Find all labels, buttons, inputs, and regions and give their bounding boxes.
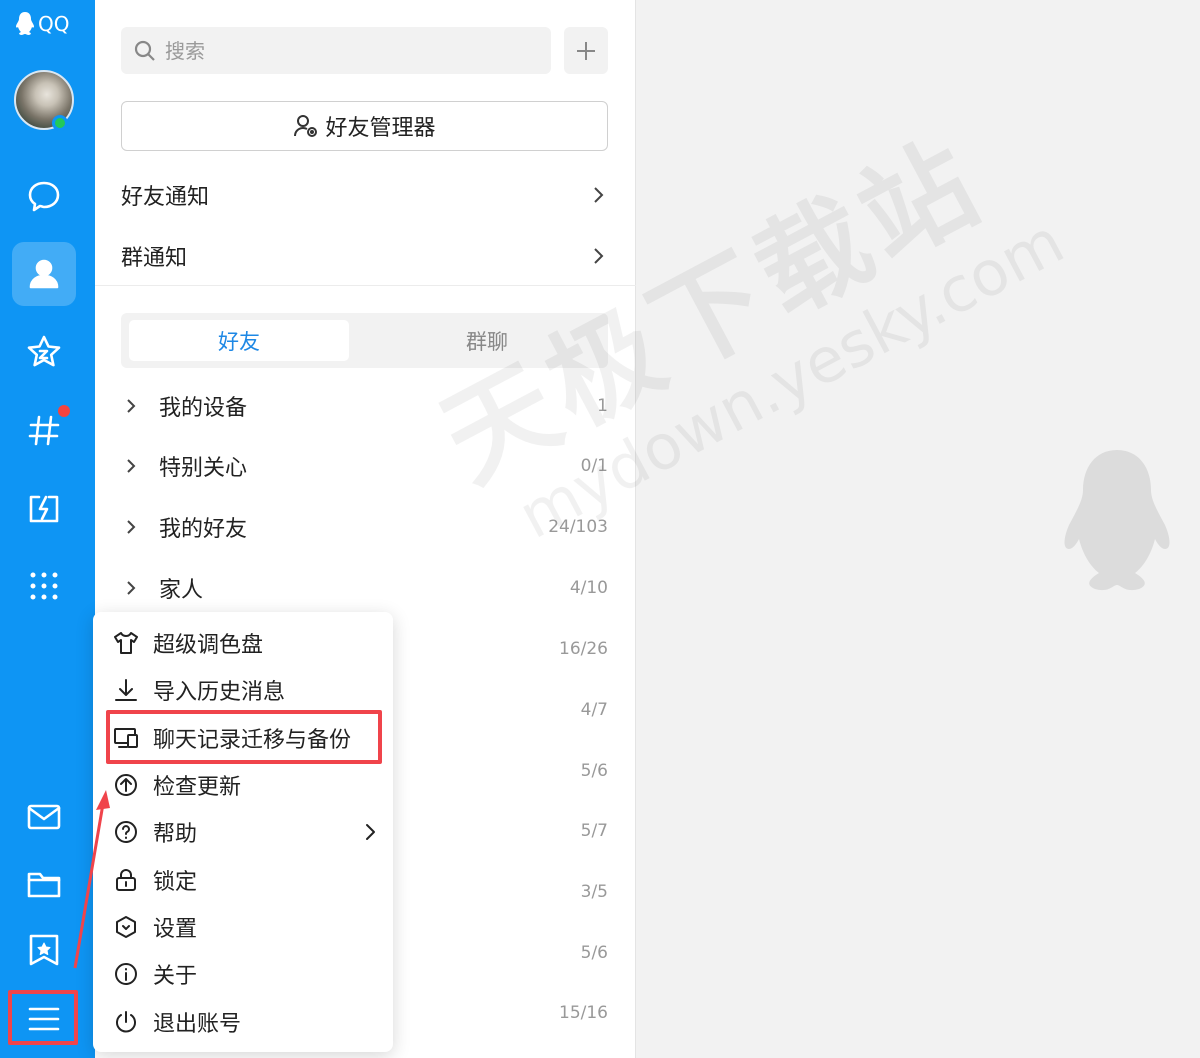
menu-item-label: 设置 — [153, 917, 198, 942]
group-count: 4/10 — [569, 578, 608, 598]
online-status-dot — [52, 115, 68, 131]
chevron-right-icon — [594, 187, 604, 203]
group-count: 5/6 — [580, 943, 608, 963]
menu-item-palette[interactable]: 超级调色盘 — [93, 622, 393, 664]
group-count: 5/7 — [580, 821, 608, 841]
group-count: 16/26 — [559, 639, 608, 659]
menu-item-settings[interactable]: 设置 — [93, 906, 393, 948]
menu-item-label: 导入历史消息 — [153, 680, 286, 705]
group-count: 4/7 — [580, 700, 608, 720]
hashtag-icon — [28, 415, 60, 446]
brand-text: QQ — [38, 12, 70, 36]
search-box[interactable] — [121, 27, 551, 74]
user-settings-icon — [294, 115, 318, 137]
power-icon — [116, 1011, 136, 1033]
group-count: 0/1 — [580, 456, 608, 476]
download-icon — [115, 679, 137, 701]
message-bubble-icon — [28, 181, 60, 212]
main-menu-popup: 超级调色盘 导入历史消息 聊天记录迁移与备份 检查更新 帮助 锁定 设置 关于 … — [93, 612, 393, 1052]
penguin-placeholder-icon — [1064, 450, 1170, 591]
add-button[interactable] — [564, 27, 608, 74]
bookmark-star-icon — [29, 934, 59, 966]
group-name: 家人 — [159, 578, 204, 603]
person-icon — [29, 259, 59, 289]
chevron-right-icon — [127, 581, 136, 595]
star-icon — [27, 335, 61, 367]
group-name: 我的好友 — [159, 517, 248, 542]
chevron-right-icon — [366, 824, 375, 840]
chevron-right-icon — [127, 399, 136, 413]
grid-dots-icon — [30, 572, 58, 600]
friend-manager-button[interactable]: 好友管理器 — [121, 101, 608, 151]
group-count: 5/6 — [580, 761, 608, 781]
tab-friends[interactable]: 好友 — [129, 320, 349, 361]
chevron-right-icon — [127, 459, 136, 473]
menu-item-import-history[interactable]: 导入历史消息 — [93, 669, 393, 711]
rail-favorites-button[interactable] — [12, 320, 76, 384]
menu-item-label: 锁定 — [153, 870, 198, 895]
menu-item-chat-backup[interactable]: 聊天记录迁移与备份 — [93, 717, 393, 759]
friend-notice-row[interactable]: 好友通知 — [121, 175, 608, 215]
menu-item-label: 聊天记录迁移与备份 — [153, 728, 352, 753]
notification-badge — [58, 405, 70, 417]
menu-item-help[interactable]: 帮助 — [93, 811, 393, 853]
group-row[interactable]: 特别关心 0/1 — [121, 446, 608, 486]
menu-item-lock[interactable]: 锁定 — [93, 859, 393, 901]
qq-logo: QQ — [14, 10, 69, 38]
group-count: 1 — [597, 396, 608, 416]
search-icon — [134, 40, 155, 61]
menu-item-label: 退出账号 — [153, 1012, 242, 1037]
annotation-arrow — [73, 790, 110, 969]
menu-item-check-update[interactable]: 检查更新 — [93, 764, 393, 806]
contact-tabs: 好友 群聊 — [121, 313, 608, 368]
menu-item-label: 超级调色盘 — [153, 633, 264, 658]
menu-item-label: 帮助 — [153, 822, 198, 847]
group-row[interactable]: 家人 4/10 — [121, 568, 608, 608]
group-row[interactable]: 我的设备 1 — [121, 386, 608, 426]
rail-chat-button[interactable] — [12, 164, 76, 228]
menu-item-logout[interactable]: 退出账号 — [93, 1001, 393, 1043]
search-input[interactable] — [165, 38, 525, 63]
menu-button-highlight-box — [8, 990, 78, 1045]
group-notice-label: 群通知 — [121, 246, 188, 271]
mail-icon — [27, 804, 61, 830]
rail-games-button[interactable] — [12, 476, 76, 540]
menu-item-about[interactable]: 关于 — [93, 953, 393, 995]
divider — [95, 285, 636, 286]
lightning-icon — [29, 495, 59, 523]
group-notice-row[interactable]: 群通知 — [121, 236, 608, 276]
rail-contacts-button[interactable] — [12, 242, 76, 306]
group-count: 3/5 — [580, 882, 608, 902]
group-row[interactable]: 我的好友 24/103 — [121, 507, 608, 547]
chevron-right-icon — [127, 520, 136, 534]
friend-manager-label: 好友管理器 — [325, 116, 436, 141]
group-count: 24/103 — [548, 517, 608, 537]
group-name: 我的设备 — [159, 396, 248, 421]
folder-icon — [27, 872, 61, 898]
menu-item-label: 检查更新 — [153, 775, 242, 800]
devices-icon — [114, 728, 138, 748]
plus-icon — [577, 41, 595, 60]
friend-notice-label: 好友通知 — [121, 185, 210, 210]
menu-item-label: 关于 — [153, 964, 198, 989]
group-count: 15/16 — [559, 1003, 608, 1023]
rail-apps-button[interactable] — [12, 554, 76, 618]
penguin-logo-icon — [16, 12, 34, 35]
chevron-right-icon — [594, 248, 604, 264]
tab-groups[interactable]: 群聊 — [377, 320, 597, 361]
group-name: 特别关心 — [159, 456, 248, 481]
shirt-icon — [114, 632, 138, 654]
